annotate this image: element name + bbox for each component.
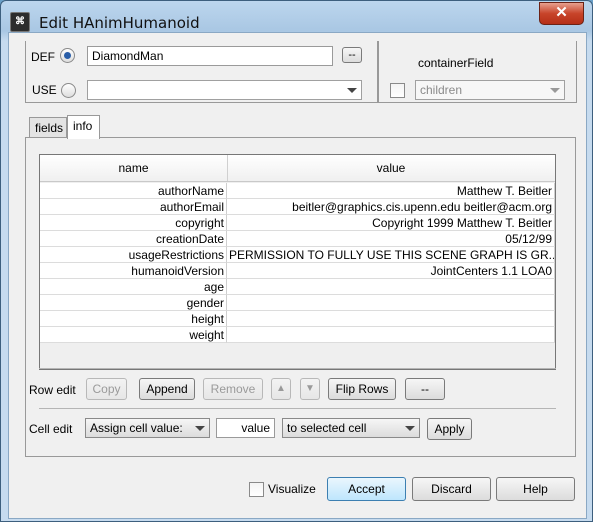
def-options-button[interactable]: --: [342, 47, 362, 63]
use-radio[interactable]: [61, 83, 76, 98]
accept-button[interactable]: Accept: [327, 477, 406, 501]
cell-edit-label: Cell edit: [29, 422, 73, 436]
def-name-field[interactable]: DiamondMan: [87, 46, 333, 66]
row-name-cell[interactable]: authorName: [40, 183, 227, 199]
row-value-cell[interactable]: [227, 279, 555, 295]
visualize-label: Visualize: [268, 482, 316, 496]
use-label: USE: [32, 83, 57, 97]
dialog-window: ⌘ Edit HAnimHumanoid ✕ DEF DiamondMan --…: [0, 0, 593, 522]
table-row[interactable]: copyright Copyright 1999 Matthew T. Beit…: [40, 215, 555, 231]
chevron-down-icon: [405, 426, 415, 431]
container-field-label: containerField: [418, 56, 494, 70]
tab-fields[interactable]: fields: [29, 117, 67, 139]
cell-target-select[interactable]: to selected cell: [282, 418, 420, 438]
def-use-panel: DEF DiamondMan -- USE: [25, 41, 378, 103]
append-row-button[interactable]: Append: [139, 378, 195, 400]
window-title: Edit HAnimHumanoid: [39, 14, 200, 32]
row-value-cell[interactable]: PERMISSION TO FULLY USE THIS SCENE GRAPH…: [227, 247, 555, 263]
remove-row-button[interactable]: Remove: [203, 378, 263, 400]
row-name-cell[interactable]: creationDate: [40, 231, 227, 247]
info-tab-panel: name value authorName Matthew T. Beitler…: [25, 137, 576, 457]
tab-info[interactable]: info: [67, 115, 100, 139]
cell-target-value: to selected cell: [287, 421, 367, 435]
row-edit-label: Row edit: [29, 383, 76, 397]
table-header: name value: [40, 155, 555, 182]
row-name-cell[interactable]: gender: [40, 295, 227, 311]
apply-button[interactable]: Apply: [427, 418, 472, 440]
table-row[interactable]: usageRestrictions PERMISSION TO FULLY US…: [40, 247, 555, 263]
use-select[interactable]: [87, 80, 362, 100]
table-row[interactable]: creationDate 05/12/99: [40, 231, 555, 247]
def-radio[interactable]: [60, 48, 75, 63]
table-row[interactable]: authorEmail beitler@graphics.cis.upenn.e…: [40, 199, 555, 215]
row-name-cell[interactable]: weight: [40, 327, 227, 343]
flip-rows-button[interactable]: Flip Rows: [328, 378, 396, 400]
row-value-cell[interactable]: [227, 311, 555, 327]
table-row[interactable]: humanoidVersion JointCenters 1.1 LOA0: [40, 263, 555, 279]
row-value-cell[interactable]: JointCenters 1.1 LOA0: [227, 263, 555, 279]
row-name-cell[interactable]: humanoidVersion: [40, 263, 227, 279]
row-name-cell[interactable]: usageRestrictions: [40, 247, 227, 263]
row-value-cell[interactable]: [227, 327, 555, 343]
move-down-icon[interactable]: ▼: [300, 378, 320, 400]
assign-mode-select[interactable]: Assign cell value:: [85, 418, 210, 438]
container-field-panel: containerField children: [378, 41, 577, 103]
cell-value-field[interactable]: value: [216, 418, 275, 438]
row-value-cell[interactable]: [227, 295, 555, 311]
assign-mode-value: Assign cell value:: [90, 421, 183, 435]
table-row[interactable]: age: [40, 279, 555, 295]
table-row[interactable]: authorName Matthew T. Beitler: [40, 183, 555, 199]
container-field-select[interactable]: children: [415, 80, 565, 100]
row-value-cell[interactable]: beitler@graphics.cis.upenn.edu beitler@a…: [227, 199, 555, 215]
row-name-cell[interactable]: age: [40, 279, 227, 295]
row-name-cell[interactable]: height: [40, 311, 227, 327]
row-name-cell[interactable]: copyright: [40, 215, 227, 231]
chevron-down-icon: [195, 426, 205, 431]
discard-button[interactable]: Discard: [412, 477, 491, 501]
row-value-cell[interactable]: Copyright 1999 Matthew T. Beitler: [227, 215, 555, 231]
container-field-value: children: [420, 83, 463, 97]
row-value-cell[interactable]: 05/12/99: [227, 231, 555, 247]
row-edit-more-button[interactable]: --: [405, 378, 445, 400]
dialog-content: DEF DiamondMan -- USE containerField chi…: [8, 32, 587, 519]
info-table[interactable]: name value authorName Matthew T. Beitler…: [39, 154, 556, 370]
move-up-icon[interactable]: ▲: [271, 378, 291, 400]
table-row[interactable]: weight: [40, 327, 555, 343]
row-edit-separator: [39, 368, 556, 369]
copy-row-button[interactable]: Copy: [86, 378, 127, 400]
table-row[interactable]: gender: [40, 295, 555, 311]
chevron-down-icon: [347, 88, 357, 93]
help-button[interactable]: Help: [496, 477, 575, 501]
def-label: DEF: [31, 50, 55, 64]
cell-edit-separator: [39, 408, 556, 409]
table-row[interactable]: height: [40, 311, 555, 327]
container-field-checkbox[interactable]: [390, 83, 405, 98]
column-header-value[interactable]: value: [227, 155, 555, 181]
row-name-cell[interactable]: authorEmail: [40, 199, 227, 215]
column-header-name[interactable]: name: [40, 155, 228, 181]
visualize-checkbox[interactable]: [249, 482, 264, 497]
chevron-down-icon: [550, 88, 560, 93]
close-button[interactable]: ✕: [539, 2, 584, 25]
row-value-cell[interactable]: Matthew T. Beitler: [227, 183, 555, 199]
app-icon: ⌘: [10, 12, 30, 32]
